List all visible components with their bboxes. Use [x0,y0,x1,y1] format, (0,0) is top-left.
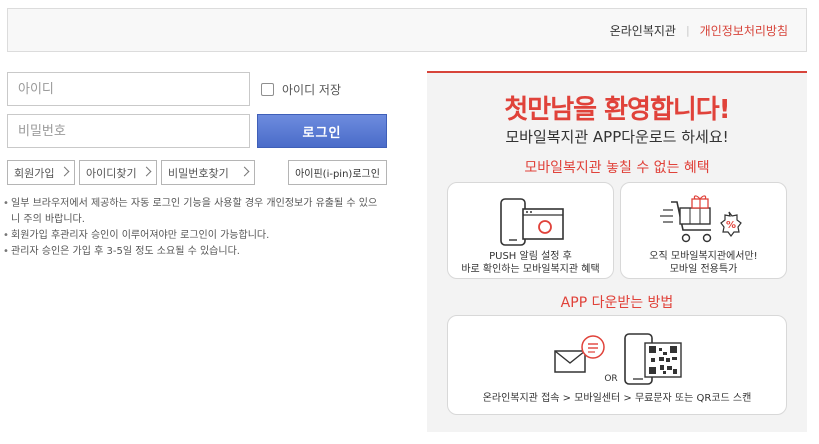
save-id-label: 아이디 저장 [282,83,342,97]
login-notices: 일부 브라우저에서 제공하는 자동 로그인 기능을 사용할 경우 개인정보가 유… [3,196,383,260]
home-link[interactable]: 온라인복지관 [610,22,676,39]
sale-benefit-line1: 오직 모바일복지관에서만! [649,251,758,262]
app-promo-panel: 첫만남을 환영합니다! 모바일복지관 APP다운로드 하세요! 모바일복지관 놓… [427,71,807,432]
join-button[interactable]: 회원가입 [7,160,75,185]
phone-push-icon [500,198,564,246]
chevron-right-icon [239,166,250,177]
sale-benefit-card: % 오직 모바일복지관에서만! 모바일 전용특가 [620,182,787,279]
login-button[interactable]: 로그인 [257,114,387,148]
download-method-card: OR 온라인복지관 접속 > 모바일센터 > 무료문자 또는 QR코드 스캔 [447,315,787,415]
ipin-login-button[interactable]: 아이핀(i-pin)로그인 [288,160,387,185]
privacy-policy-link[interactable]: 개인정보처리방침 [700,22,788,39]
download-method-title: APP 다운받는 방법 [560,295,674,311]
link-separator: | [685,24,690,37]
promo-title: 첫만남을 환영합니다! [504,95,730,125]
shopping-cart-sale-icon: % [660,195,742,243]
percent-label: % [726,220,736,231]
save-id-checkbox[interactable] [261,83,274,96]
sale-benefit-line2: 모바일 전용특가 [669,264,738,275]
find-password-button[interactable]: 비밀번호찾기 [161,160,255,185]
push-benefit-card: PUSH 알림 설정 후 바로 확인하는 모바일복지관 혜택 [447,182,614,279]
or-label: OR [604,374,617,384]
top-bar: 온라인복지관 | 개인정보처리방침 [7,8,807,52]
save-id-option[interactable]: 아이디 저장 [261,81,341,98]
sms-qr-icon: OR [554,333,682,385]
promo-subtitle: 모바일복지관 APP다운로드 하세요! [505,128,729,146]
find-id-button[interactable]: 아이디찾기 [79,160,157,185]
notice-item: 관리자 승인은 가입 후 3-5일 정도 소요될 수 있습니다. [3,244,383,260]
chevron-right-icon [141,166,152,177]
find-id-button-label: 아이디찾기 [86,166,137,180]
find-password-button-label: 비밀번호찾기 [168,166,229,180]
push-benefit-line2: 바로 확인하는 모바일복지관 혜택 [461,264,600,275]
benefit-title: 모바일복지관 놓칠 수 없는 혜택 [524,160,710,176]
id-input[interactable] [7,72,250,106]
join-button-label: 회원가입 [14,166,55,180]
chevron-right-icon [59,166,70,177]
notice-item: 일부 브라우저에서 제공하는 자동 로그인 기능을 사용할 경우 개인정보가 유… [3,196,383,228]
push-benefit-line1: PUSH 알림 설정 후 [489,251,572,262]
notice-item: 회원가입 후관리자 승인이 이루어져야만 로그인이 가능합니다. [3,228,383,244]
password-input[interactable] [7,114,250,148]
top-links: 온라인복지관 | 개인정보처리방침 [610,22,788,39]
download-method-steps: 온라인복지관 접속 > 모바일센터 > 무료문자 또는 QR코드 스캔 [482,393,752,404]
